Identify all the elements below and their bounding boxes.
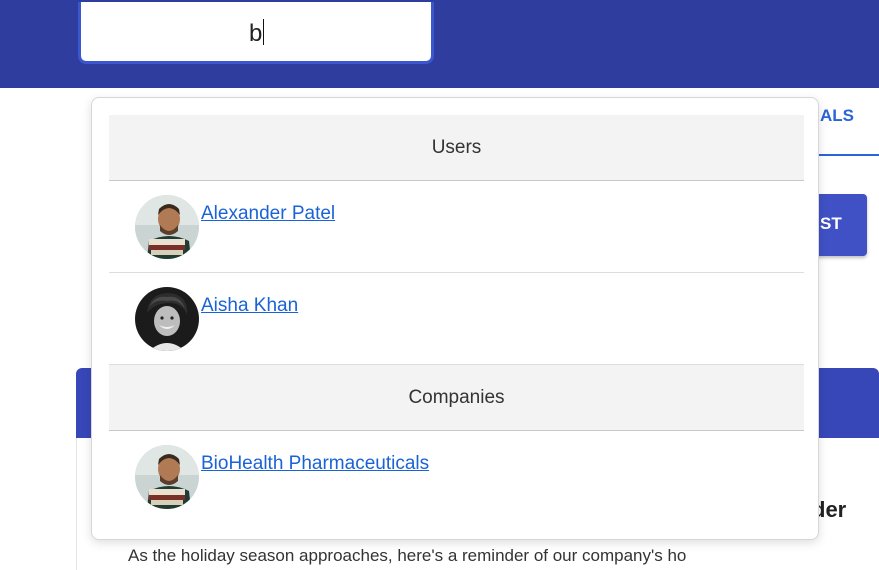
search-query: b <box>249 20 263 47</box>
company-link-biohealth-pharmaceuticals[interactable]: BioHealth Pharmaceuticals <box>201 453 429 475</box>
smiling-person-bw-avatar <box>135 287 199 351</box>
action-button-partial-label: ST <box>820 214 842 233</box>
app-page: b ALS ST der As the holiday season appro… <box>0 0 879 570</box>
man-with-books-avatar <box>135 445 199 509</box>
tab-partial[interactable]: ALS <box>812 102 879 156</box>
top-app-bar: b <box>0 0 879 88</box>
company-result-row[interactable]: BioHealth Pharmaceuticals <box>109 431 804 523</box>
users-section-header: Users <box>109 115 804 181</box>
user-result-row[interactable]: Alexander Patel <box>109 181 804 273</box>
search-results-dropdown: Users Alexander Patel Aisha Khan Compani… <box>91 97 819 540</box>
user-link-alexander-patel[interactable]: Alexander Patel <box>201 203 335 225</box>
card-text: As the holiday season approaches, here's… <box>128 546 687 565</box>
companies-section-header: Companies <box>109 365 804 431</box>
tab-partial-label: ALS <box>820 106 854 125</box>
man-with-books-avatar <box>135 195 199 259</box>
search-input[interactable]: b <box>78 2 434 64</box>
user-result-row[interactable]: Aisha Khan <box>109 273 804 365</box>
search-query-wrapper: b <box>249 19 265 48</box>
text-caret <box>263 19 265 45</box>
user-link-aisha-khan[interactable]: Aisha Khan <box>201 295 298 317</box>
